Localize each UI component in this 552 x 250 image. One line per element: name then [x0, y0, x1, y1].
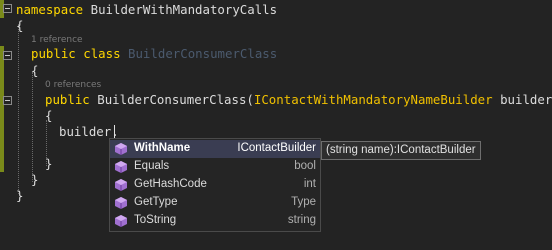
- method-icon: [115, 215, 127, 227]
- method-icon: [115, 161, 127, 173]
- code-line-9: }: [31, 172, 39, 187]
- completion-item[interactable]: GetHashCode int: [110, 176, 320, 194]
- code-line-1: namespace BuilderWithMandatoryCalls: [16, 2, 278, 17]
- method-icon: [115, 197, 127, 209]
- text-caret: [114, 125, 115, 139]
- change-bar: [0, 46, 4, 172]
- completion-item[interactable]: Equals bool: [110, 158, 320, 176]
- completion-list[interactable]: WithName IContactBuilder Equals bool Get…: [109, 138, 321, 232]
- indent-guide: [32, 72, 33, 182]
- signature-tooltip: (string name):IContactBuilder: [321, 141, 481, 160]
- indent-guide: [18, 24, 19, 194]
- completion-item[interactable]: GetType Type: [110, 194, 320, 212]
- method-icon: [115, 179, 127, 191]
- code-line-5: public BuilderConsumerClass(IContactWith…: [45, 92, 552, 107]
- codelens-references[interactable]: 0 references: [45, 80, 101, 90]
- code-line-8: }: [45, 156, 53, 171]
- fold-toggle-icon[interactable]: [3, 96, 12, 105]
- code-line-3: public class BuilderConsumerClass: [31, 46, 278, 61]
- codelens-references[interactable]: 1 reference: [31, 35, 83, 45]
- completion-item[interactable]: ToString string: [110, 212, 320, 230]
- code-line-2: {: [16, 18, 24, 33]
- code-line-6: {: [45, 108, 53, 123]
- code-line-10: }: [16, 188, 24, 203]
- code-line-4: {: [31, 63, 39, 78]
- completion-item[interactable]: WithName IContactBuilder: [110, 140, 320, 158]
- method-icon: [115, 143, 127, 155]
- fold-toggle-icon[interactable]: [3, 4, 12, 13]
- fold-toggle-icon[interactable]: [3, 51, 12, 60]
